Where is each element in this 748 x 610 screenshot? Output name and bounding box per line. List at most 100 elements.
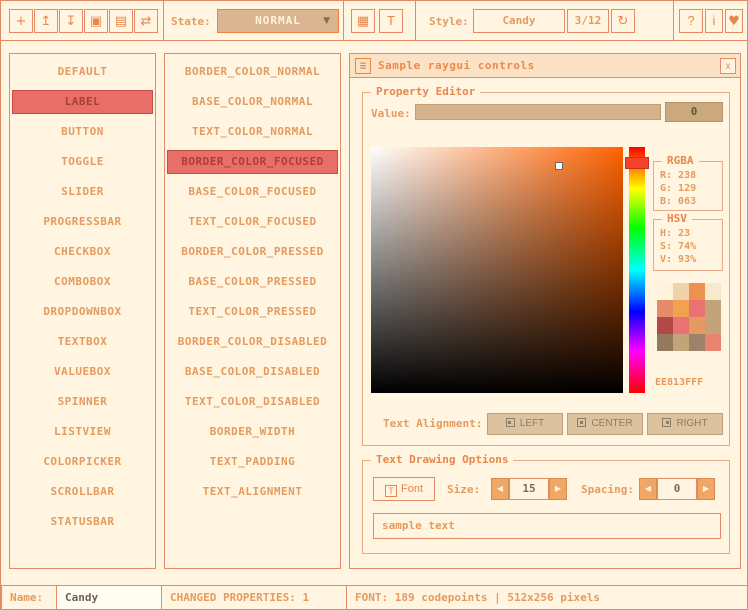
sponsor-button[interactable]: ♥ — [725, 9, 743, 33]
property-item-text_color_focused[interactable]: TEXT_COLOR_FOCUSED — [167, 210, 338, 234]
control-item-progressbar[interactable]: PROGRESSBAR — [12, 210, 153, 234]
save-file-button[interactable]: ↧ — [59, 9, 83, 33]
rgba-group: RGBA R: 238 G: 129 B: 063 — [653, 161, 723, 211]
palette-swatch-10[interactable] — [689, 317, 705, 334]
font-button[interactable]: TFont — [373, 477, 435, 501]
palette-swatch-8[interactable] — [657, 317, 673, 334]
palette-swatch-14[interactable] — [689, 334, 705, 351]
value-slider[interactable] — [415, 104, 661, 120]
random-style-button[interactable]: ⇄ — [134, 9, 158, 33]
style-counter: 3/12 — [567, 9, 609, 33]
palette-swatch-2[interactable] — [689, 283, 705, 300]
control-item-button[interactable]: BUTTON — [12, 120, 153, 144]
value-box[interactable]: 0 — [665, 102, 723, 122]
size-decrease-button[interactable]: ◀ — [491, 478, 509, 500]
close-icon[interactable]: x — [720, 58, 736, 74]
about-button[interactable]: i — [705, 9, 723, 33]
sample-text-input[interactable]: sample text — [373, 513, 721, 539]
spacing-increase-button[interactable]: ▶ — [697, 478, 715, 500]
font-t-icon: T — [387, 13, 395, 28]
color-picker-marker[interactable] — [555, 162, 563, 170]
style-dropdown[interactable]: Candy — [473, 9, 565, 33]
property-item-border_color_pressed[interactable]: BORDER_COLOR_PRESSED — [167, 240, 338, 264]
control-item-listview[interactable]: LISTVIEW — [12, 420, 153, 444]
palette-swatch-7[interactable] — [705, 300, 721, 317]
palette-swatch-3[interactable] — [705, 283, 721, 300]
control-item-default[interactable]: DEFAULT — [12, 60, 153, 84]
window-titlebar[interactable]: ≡ Sample raygui controls x — [350, 54, 740, 78]
random-style-icon: ⇄ — [141, 14, 152, 29]
property-item-text_alignment[interactable]: TEXT_ALIGNMENT — [167, 480, 338, 504]
palette-swatch-9[interactable] — [673, 317, 689, 334]
rguistyler-app: + ↥ ↧ ▣ ▤ ⇄ State: NORMAL ▼ ▦ T Style: C… — [0, 0, 748, 610]
control-item-toggle[interactable]: TOGGLE — [12, 150, 153, 174]
property-item-base_color_disabled[interactable]: BASE_COLOR_DISABLED — [167, 360, 338, 384]
palette-swatch-1[interactable] — [673, 283, 689, 300]
control-item-textbox[interactable]: TEXTBOX — [12, 330, 153, 354]
palette-swatch-4[interactable] — [657, 300, 673, 317]
hex-color-value: EE813FFF — [655, 377, 703, 388]
property-item-text_color_normal[interactable]: TEXT_COLOR_NORMAL — [167, 120, 338, 144]
align-center-button[interactable]: CENTER — [567, 413, 643, 435]
control-item-statusbar[interactable]: STATUSBAR — [12, 510, 153, 534]
size-value[interactable]: 15 — [509, 478, 549, 500]
property-item-text_padding[interactable]: TEXT_PADDING — [167, 450, 338, 474]
hsv-h-value: H: 23 — [654, 227, 722, 240]
state-dropdown[interactable]: NORMAL ▼ — [217, 9, 339, 33]
control-item-colorpicker[interactable]: COLORPICKER — [12, 450, 153, 474]
palette-swatch-0[interactable] — [657, 283, 673, 300]
palette-swatch-13[interactable] — [673, 334, 689, 351]
font-editor-button[interactable]: T — [379, 9, 403, 33]
control-item-checkbox[interactable]: CHECKBOX — [12, 240, 153, 264]
statusbar: Name: Candy CHANGED PROPERTIES: 1 FONT: … — [1, 585, 748, 610]
spacing-decrease-button[interactable]: ◀ — [639, 478, 657, 500]
new-file-button[interactable]: + — [9, 9, 33, 33]
hsv-s-value: S: 74% — [654, 240, 722, 253]
property-item-border_width[interactable]: BORDER_WIDTH — [167, 420, 338, 444]
hsv-v-value: V: 93% — [654, 253, 722, 266]
hue-bar[interactable] — [629, 147, 645, 393]
property-item-border_color_disabled[interactable]: BORDER_COLOR_DISABLED — [167, 330, 338, 354]
align-center-icon — [577, 418, 586, 427]
property-item-text_color_disabled[interactable]: TEXT_COLOR_DISABLED — [167, 390, 338, 414]
property-item-base_color_focused[interactable]: BASE_COLOR_FOCUSED — [167, 180, 338, 204]
size-label: Size: — [447, 483, 480, 496]
rgba-b-value: B: 063 — [654, 195, 722, 208]
control-item-combobox[interactable]: COMBOBOX — [12, 270, 153, 294]
align-right-button[interactable]: RIGHT — [647, 413, 723, 435]
control-item-slider[interactable]: SLIDER — [12, 180, 153, 204]
style-value: Candy — [502, 14, 535, 27]
group-title: HSV — [662, 212, 692, 225]
control-item-valuebox[interactable]: VALUEBOX — [12, 360, 153, 384]
export-file-button[interactable]: ▣ — [84, 9, 108, 33]
property-item-border_color_focused[interactable]: BORDER_COLOR_FOCUSED — [167, 150, 338, 174]
palette-swatch-12[interactable] — [657, 334, 673, 351]
property-item-border_color_normal[interactable]: BORDER_COLOR_NORMAL — [167, 60, 338, 84]
control-item-label[interactable]: LABEL — [12, 90, 153, 114]
control-item-scrollbar[interactable]: SCROLLBAR — [12, 480, 153, 504]
reload-style-button[interactable]: ↻ — [611, 9, 635, 33]
state-value: NORMAL — [255, 14, 301, 27]
palette-swatch-5[interactable] — [673, 300, 689, 317]
palette-swatch-11[interactable] — [705, 317, 721, 334]
spacing-value[interactable]: 0 — [657, 478, 697, 500]
hue-bar-selector[interactable] — [625, 157, 649, 169]
property-item-base_color_pressed[interactable]: BASE_COLOR_PRESSED — [167, 270, 338, 294]
control-item-spinner[interactable]: SPINNER — [12, 390, 153, 414]
heart-icon: ♥ — [728, 14, 740, 29]
align-left-button[interactable]: LEFT — [487, 413, 563, 435]
palette-swatch-6[interactable] — [689, 300, 705, 317]
color-picker-panel[interactable] — [371, 147, 623, 393]
help-button[interactable]: ? — [679, 9, 703, 33]
size-increase-button[interactable]: ▶ — [549, 478, 567, 500]
font-button-label: Font — [401, 483, 423, 495]
control-item-dropdownbox[interactable]: DROPDOWNBOX — [12, 300, 153, 324]
hsv-group: HSV H: 23 S: 74% V: 93% — [653, 219, 723, 271]
style-table-button[interactable]: ▦ — [351, 9, 375, 33]
load-file-button[interactable]: ↥ — [34, 9, 58, 33]
style-name-input[interactable]: Candy — [56, 585, 162, 610]
palette-swatch-15[interactable] — [705, 334, 721, 351]
property-item-base_color_normal[interactable]: BASE_COLOR_NORMAL — [167, 90, 338, 114]
export-image-button[interactable]: ▤ — [109, 9, 133, 33]
property-item-text_color_pressed[interactable]: TEXT_COLOR_PRESSED — [167, 300, 338, 324]
